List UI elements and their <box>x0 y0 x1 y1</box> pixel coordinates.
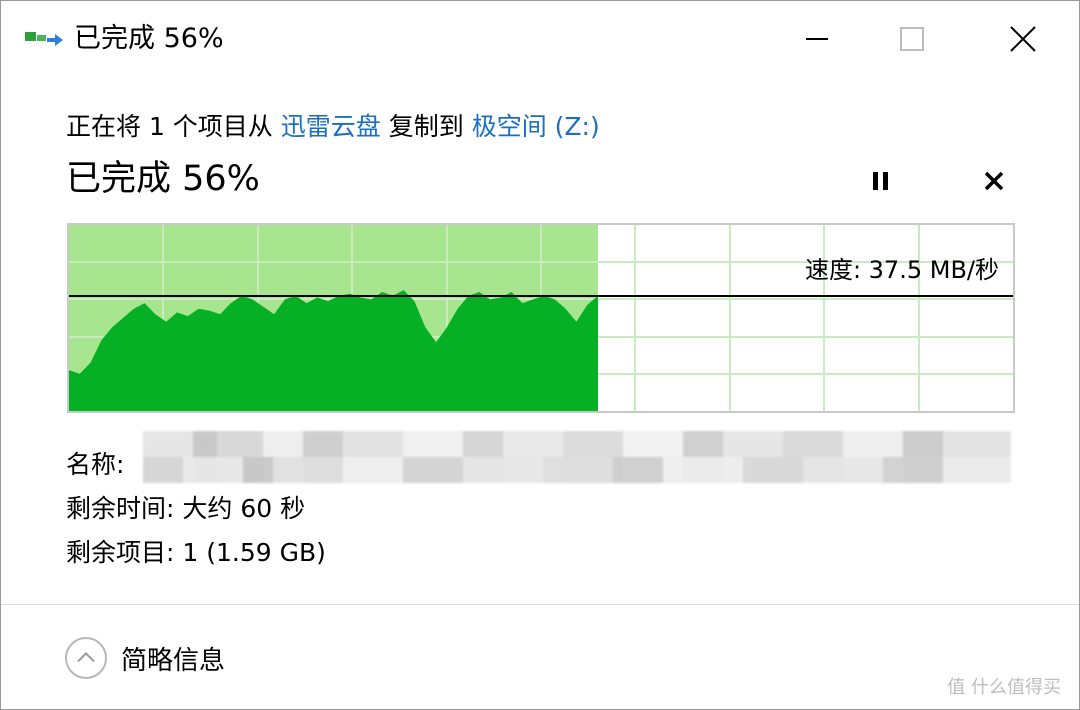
close-button[interactable] <box>987 13 1059 65</box>
time-remaining: 剩余时间: 大约 60 秒 <box>66 494 306 523</box>
file-copy-icon <box>25 29 65 49</box>
source-link[interactable]: 迅雷云盘 <box>281 112 381 141</box>
copy-dialog-window: 已完成 56% 正在将 1 个项目从 迅雷云盘 复制到 极空间 (Z:) 已完成… <box>0 0 1080 710</box>
cancel-icon <box>984 171 1004 191</box>
items-remaining: 剩余项目: 1 (1.59 GB) <box>66 538 326 567</box>
maximize-button <box>876 13 948 65</box>
speed-label: 速度: 37.5 MB/秒 <box>804 256 999 284</box>
minimize-button[interactable] <box>781 13 853 65</box>
chevron-up-icon <box>65 637 107 679</box>
window-title: 已完成 56% <box>74 23 224 54</box>
details-panel: 名称: 剩余时间: 大约 60 秒 剩余项目: 1 (1.59 GB) <box>66 443 326 575</box>
copy-prefix: 正在将 1 个项目从 <box>66 112 273 141</box>
pause-icon <box>873 172 888 190</box>
speed-history-area <box>69 290 598 411</box>
cancel-copy-button[interactable] <box>977 164 1011 198</box>
file-name-label: 名称: <box>66 450 125 479</box>
fewer-details-label: 简略信息 <box>121 645 226 676</box>
fewer-details-toggle[interactable]: 简略信息 <box>65 633 225 683</box>
close-icon <box>1010 26 1036 52</box>
copy-middle: 复制到 <box>388 112 464 141</box>
watermark: 值 什么值得买 <box>947 677 1061 698</box>
pause-button[interactable] <box>864 164 898 198</box>
progress-heading: 已完成 56% <box>66 159 260 199</box>
title-bar: 已完成 56% <box>1 1 1079 77</box>
minimize-icon <box>806 38 828 40</box>
maximize-icon <box>900 27 924 51</box>
speed-graph: 速度: 37.5 MB/秒 <box>67 223 1015 413</box>
destination-link[interactable]: 极空间 (Z:) <box>472 112 600 141</box>
copy-description: 正在将 1 个项目从 迅雷云盘 复制到 极空间 (Z:) <box>66 109 600 145</box>
